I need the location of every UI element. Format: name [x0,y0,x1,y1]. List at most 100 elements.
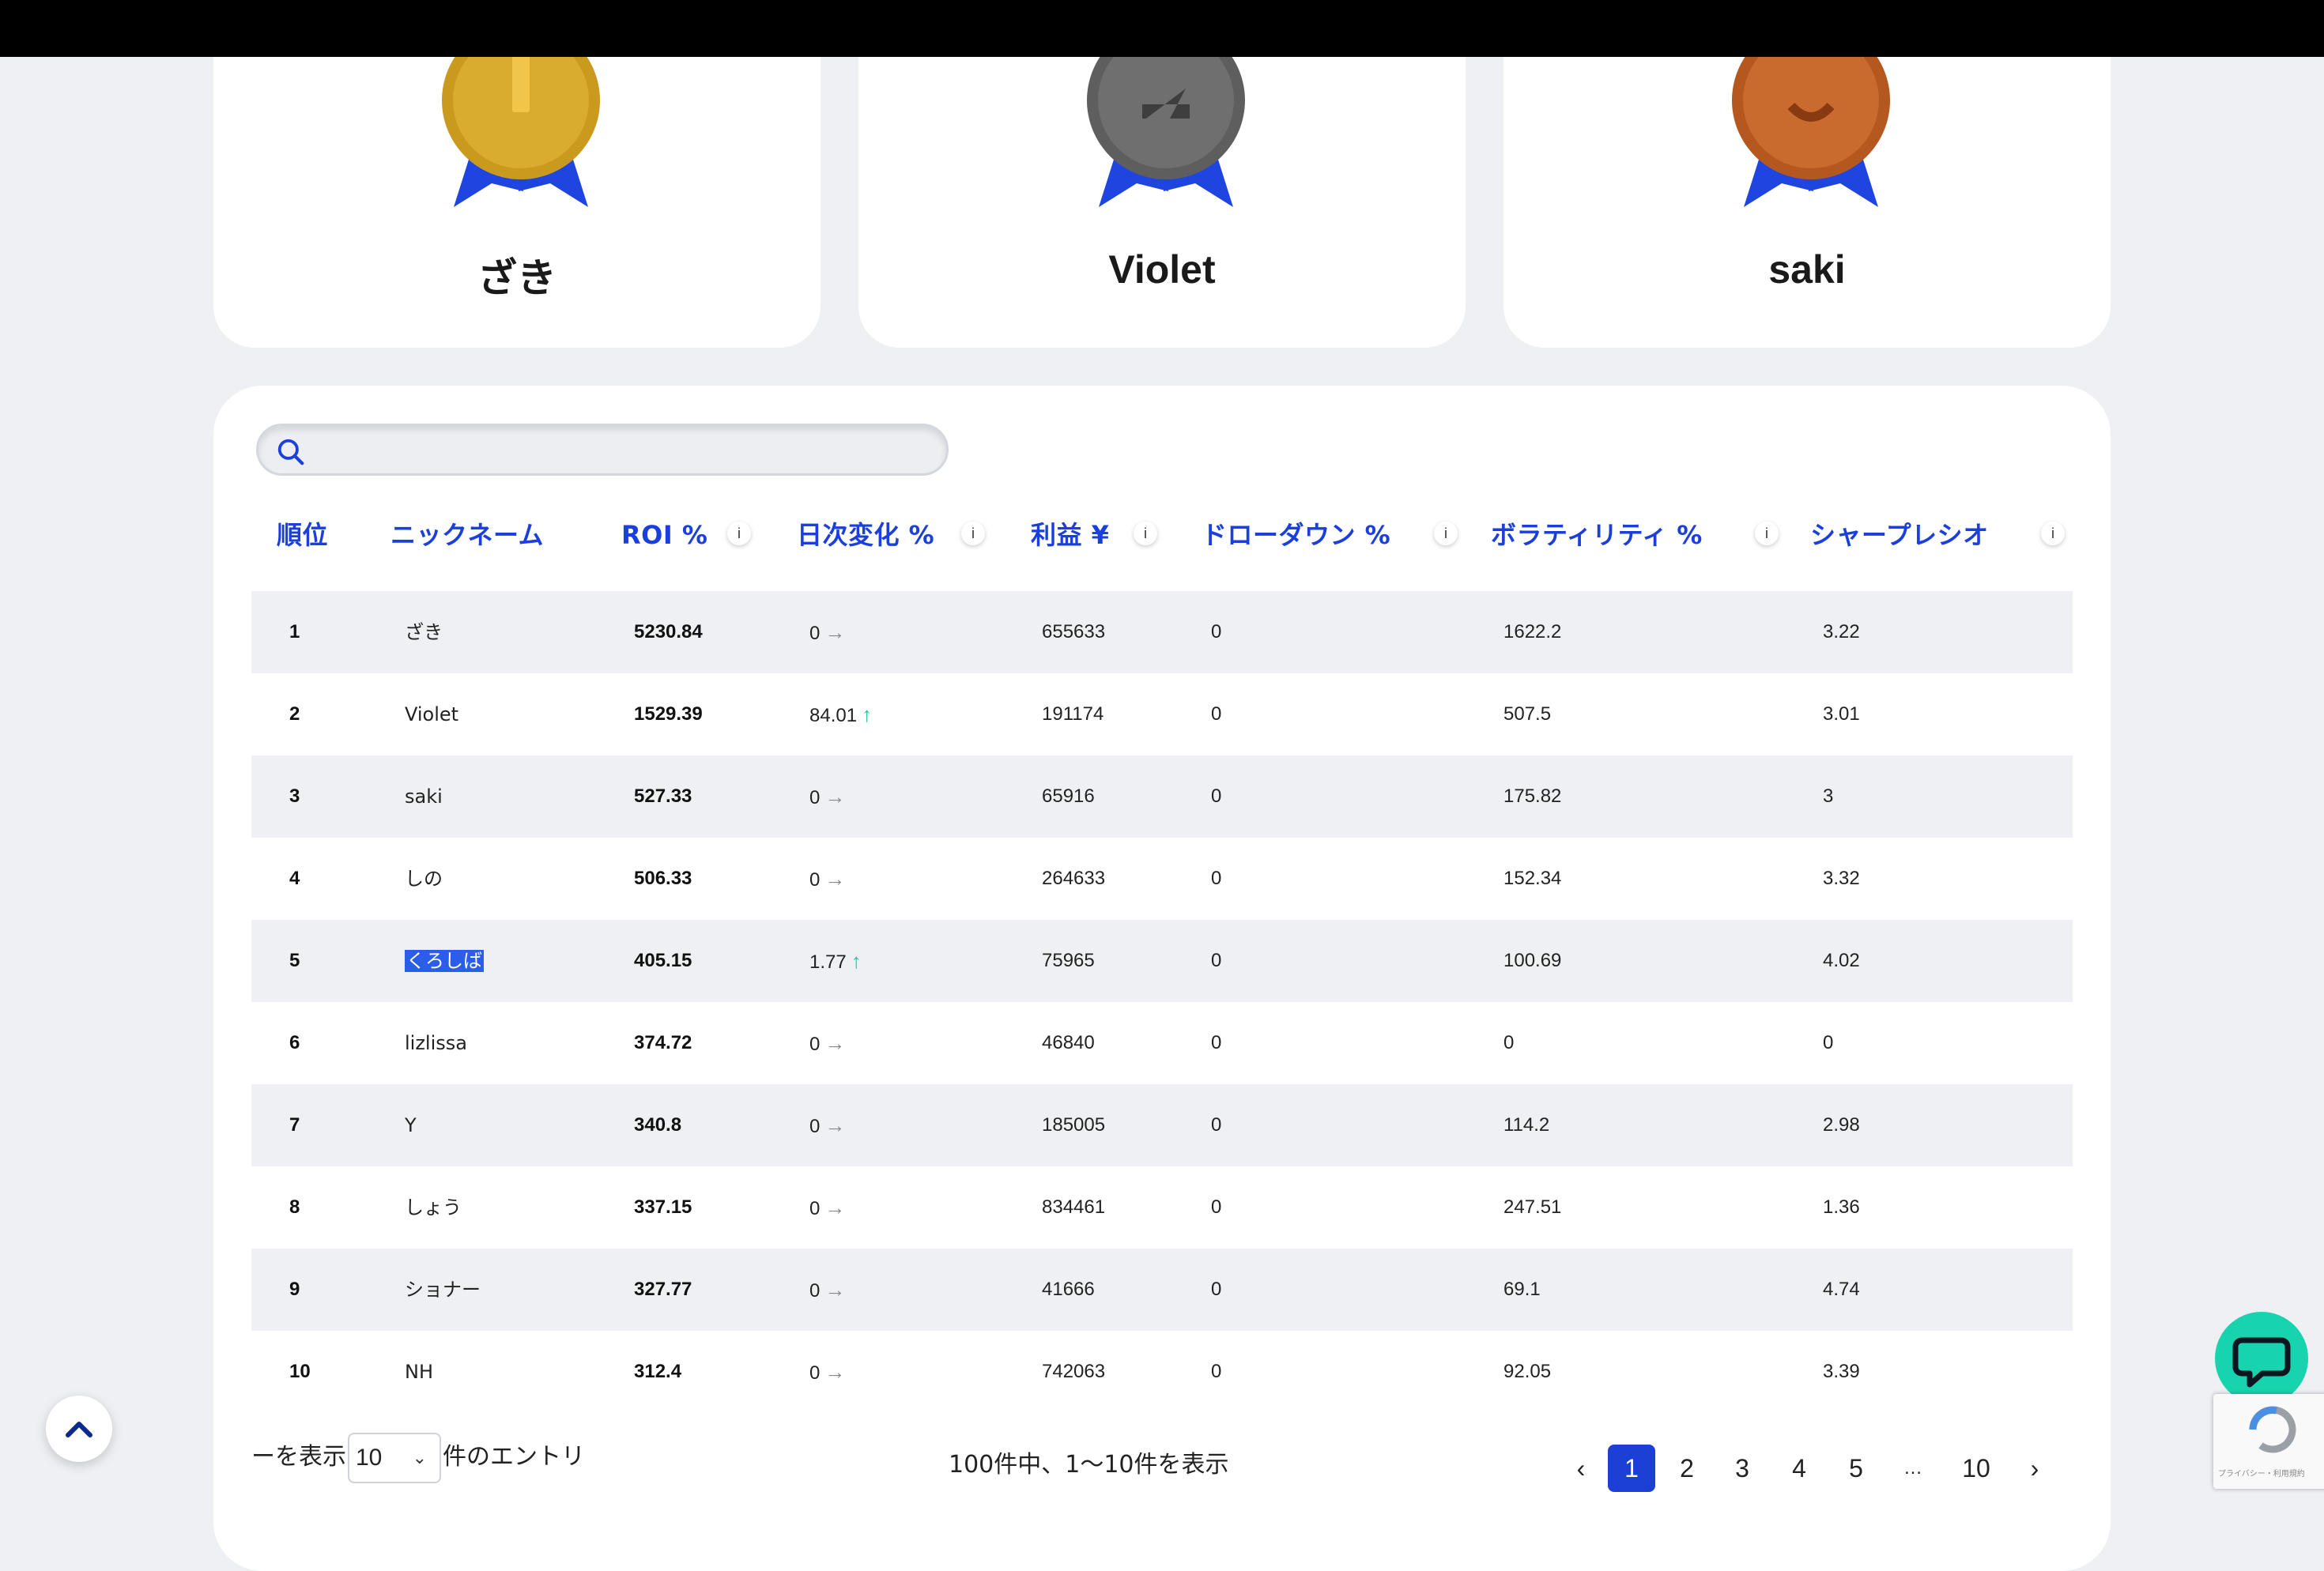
cell-drawdown: 0 [1211,1196,1222,1218]
table-row[interactable]: 3 saki 527.33 0 → 65916 0 175.82 3 [251,755,2073,838]
daily-value: 0 [809,787,821,808]
table-row[interactable]: 10 NH 312.4 0 → 742063 0 92.05 3.39 [251,1331,2073,1413]
cell-roi: 337.15 [634,1196,692,1218]
cell-sharpe: 2.98 [1823,1114,1860,1136]
cell-nickname: lizlissa [405,1032,467,1054]
cell-volatility: 92.05 [1503,1361,1552,1382]
search-input[interactable] [319,434,922,467]
recaptcha-links[interactable]: プライバシー・利用規約 [2218,1467,2305,1479]
table-row[interactable]: 2 Violet 1529.39 84.01 ↑ 191174 0 507.5 3… [251,673,2073,755]
cell-rank: 5 [289,950,300,971]
cell-nickname: Violet [405,703,459,725]
cell-nickname: ざき [405,621,443,643]
arrow-up-icon: ↑ [862,703,873,726]
cell-volatility: 100.69 [1503,950,1562,971]
cell-rank: 10 [289,1361,311,1382]
info-icon-sharpe[interactable]: i [2041,522,2065,545]
cell-roi: 527.33 [634,786,692,807]
page-button-5[interactable]: 5 [1832,1445,1880,1492]
gold-medal-icon [442,57,600,207]
cell-profit: 75965 [1042,950,1095,971]
cell-rank: 8 [289,1196,300,1218]
page-ellipsis: … [1903,1457,1922,1479]
header-sharpe[interactable]: シャープレシオ [1810,517,1989,553]
cell-rank: 7 [289,1114,300,1136]
cell-daily-change: 0 → [809,1166,845,1249]
chat-button[interactable] [2215,1312,2308,1405]
info-icon-drawdown[interactable]: i [1434,522,1458,545]
info-icon-profit[interactable]: i [1134,522,1157,545]
chevron-left-icon[interactable]: ‹ [1557,1445,1605,1492]
daily-value: 0 [809,1116,821,1137]
table-row[interactable]: 9 ショナー 327.77 0 → 41666 0 69.1 4.74 [251,1249,2073,1331]
cell-rank: 3 [289,786,300,807]
page-button-10[interactable]: 10 [1952,1445,2000,1492]
header-drawdown[interactable]: ドローダウン % [1202,517,1390,553]
cell-drawdown: 0 [1211,1114,1222,1136]
header-volatility[interactable]: ボラティリティ % [1491,517,1703,553]
page-button-4[interactable]: 4 [1775,1445,1823,1492]
table-row[interactable]: 6 lizlissa 374.72 0 → 46840 0 0 0 [251,1002,2073,1084]
info-icon-volatility[interactable]: i [1755,522,1779,545]
header-roi[interactable]: ROI % [621,517,707,553]
page-button-1[interactable]: 1 [1608,1445,1655,1492]
cell-drawdown: 0 [1211,621,1222,642]
cell-drawdown: 0 [1211,868,1222,889]
cell-profit: 41666 [1042,1279,1095,1300]
recaptcha-icon [2249,1406,2296,1453]
table-row[interactable]: 1 ざき 5230.84 0 → 655633 0 1622.2 3.22 [251,591,2073,673]
cell-daily-change: 0 → [809,1249,845,1331]
header-profit[interactable]: 利益 ¥ [1031,517,1109,553]
header-rank[interactable]: 順位 [277,517,328,553]
table-row[interactable]: 8 しょう 337.15 0 → 834461 0 247.51 1.36 [251,1166,2073,1249]
page-length-suffix: 件のエントリ [443,1443,585,1471]
page-length-value: 10 [356,1444,383,1471]
info-icon-roi[interactable]: i [727,522,751,545]
podium-name: ざき [477,256,556,300]
cell-sharpe: 3.39 [1823,1361,1860,1382]
page-button-2[interactable]: 2 [1663,1445,1711,1492]
arrow-right-icon: → [824,1031,846,1055]
cell-daily-change: 0 → [809,755,845,838]
cell-roi: 374.72 [634,1032,692,1053]
podium-card-2: Violet [858,57,1466,348]
search-icon [277,439,304,465]
cell-profit: 46840 [1042,1032,1095,1053]
recaptcha-badge: プライバシー・利用規約 [2213,1394,2324,1489]
daily-value: 0 [809,869,821,891]
daily-value: 0 [809,1034,821,1055]
cell-sharpe: 4.74 [1823,1279,1860,1300]
cell-drawdown: 0 [1211,786,1222,807]
arrow-right-icon: → [824,785,846,808]
cell-sharpe: 3.22 [1823,621,1860,642]
daily-value: 0 [809,623,821,644]
search-box[interactable] [256,424,949,476]
chevron-right-icon[interactable]: › [2011,1445,2058,1492]
cell-daily-change: 0 → [809,1084,845,1166]
page-length-select[interactable]: 10 ⌄ [348,1432,441,1483]
page-button-3[interactable]: 3 [1718,1445,1766,1492]
chevron-up-icon [66,1422,92,1437]
cell-roi: 327.77 [634,1279,692,1300]
cell-nickname: しの [405,868,443,890]
arrow-right-icon: → [824,867,846,891]
cell-sharpe: 4.02 [1823,950,1860,971]
daily-value: 0 [809,1198,821,1219]
scroll-top-button[interactable] [46,1396,112,1462]
table-row[interactable]: 5 くろしば 405.15 1.77 ↑ 75965 0 100.69 4.02 [251,920,2073,1002]
cell-volatility: 0 [1503,1032,1515,1053]
podium-name: saki [1768,247,1846,292]
chat-bubble-icon [2232,1337,2291,1388]
header-daily-change[interactable]: 日次変化 % [797,517,934,553]
arrow-right-icon: → [824,1278,846,1302]
info-icon-daily-change[interactable]: i [961,522,985,545]
cell-nickname: saki [405,786,443,808]
table-row[interactable]: 7 Y 340.8 0 → 185005 0 114.2 2.98 [251,1084,2073,1166]
table-row[interactable]: 4 しの 506.33 0 → 264633 0 152.34 3.32 [251,838,2073,920]
header-nickname[interactable]: ニックネーム [390,517,544,553]
cell-volatility: 507.5 [1503,703,1552,725]
cell-nickname: ショナー [405,1279,481,1301]
daily-value: 84.01 [809,705,858,726]
selected-text[interactable]: くろしば [405,950,484,972]
cell-drawdown: 0 [1211,950,1222,971]
